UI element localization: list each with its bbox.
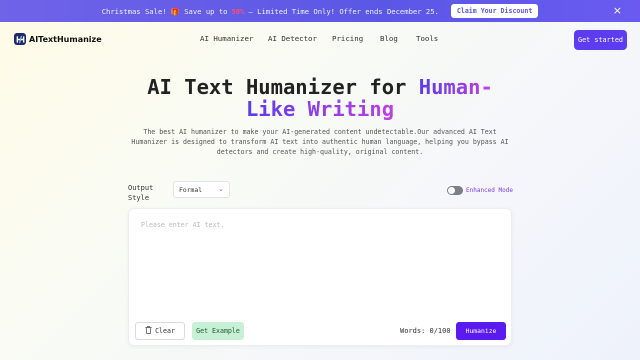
get-started-button[interactable]: Get started xyxy=(574,30,627,50)
logo-icon xyxy=(14,33,26,45)
page-title: AI Text Humanizer for Human- Like Writin… xyxy=(0,76,640,120)
title-highlight-2: Like Writing xyxy=(245,97,395,121)
promo-discount: 50% xyxy=(231,6,245,16)
output-style-value: Formal xyxy=(179,185,203,194)
promo-banner: Christmas Sale! 🎁 Save up to 50% – Limit… xyxy=(0,0,640,22)
claim-discount-button[interactable]: Claim Your Discount xyxy=(450,4,539,18)
word-count: Words: 0/100 xyxy=(400,327,451,335)
clear-button[interactable]: Clear xyxy=(135,322,185,340)
promo-text: Christmas Sale! 🎁 Save up to 50% – Limit… xyxy=(102,4,539,18)
output-style-select[interactable]: Formal ⌄ xyxy=(173,181,230,198)
nav-link-ai-detector[interactable]: AI Detector xyxy=(268,34,332,43)
title-highlight-1: Human- xyxy=(418,75,493,99)
nav-link-blog[interactable]: Blog xyxy=(380,34,416,43)
nav-link-ai-humanizer[interactable]: AI Humanizer xyxy=(200,34,268,43)
promo-text-after: – Limited Time Only! Offer ends December… xyxy=(248,6,439,16)
brand-name: AITextHumanize xyxy=(29,34,102,44)
nav-links: AI Humanizer AI Detector Pricing Blog To… xyxy=(200,34,438,43)
promo-text-before: Christmas Sale! 🎁 Save up to xyxy=(101,6,228,16)
toggle-knob xyxy=(448,187,455,194)
clear-label: Clear xyxy=(155,327,175,335)
title-plain: AI Text Humanizer for xyxy=(147,75,407,99)
nav-link-tools[interactable]: Tools xyxy=(416,34,438,43)
editor-card: Clear Get Example Words: 0/100 Humanize xyxy=(128,208,512,346)
close-icon[interactable]: × xyxy=(613,4,622,18)
enhanced-mode-label: Enhanced Mode xyxy=(466,187,513,194)
enhanced-mode-toggle[interactable] xyxy=(447,186,463,195)
brand-logo[interactable]: AITextHumanize xyxy=(14,33,102,45)
get-example-button[interactable]: Get Example xyxy=(192,322,244,340)
hero-description: The best AI humanizer to make your AI-ge… xyxy=(131,128,509,156)
humanize-button[interactable]: Humanize xyxy=(456,322,506,340)
top-nav: AITextHumanize AI Humanizer AI Detector … xyxy=(0,22,640,58)
nav-link-pricing[interactable]: Pricing xyxy=(332,34,380,43)
trash-icon xyxy=(145,326,152,336)
ai-text-input[interactable] xyxy=(139,219,503,319)
output-style-label: Output Style xyxy=(128,184,154,202)
chevron-down-icon: ⌄ xyxy=(218,185,224,193)
